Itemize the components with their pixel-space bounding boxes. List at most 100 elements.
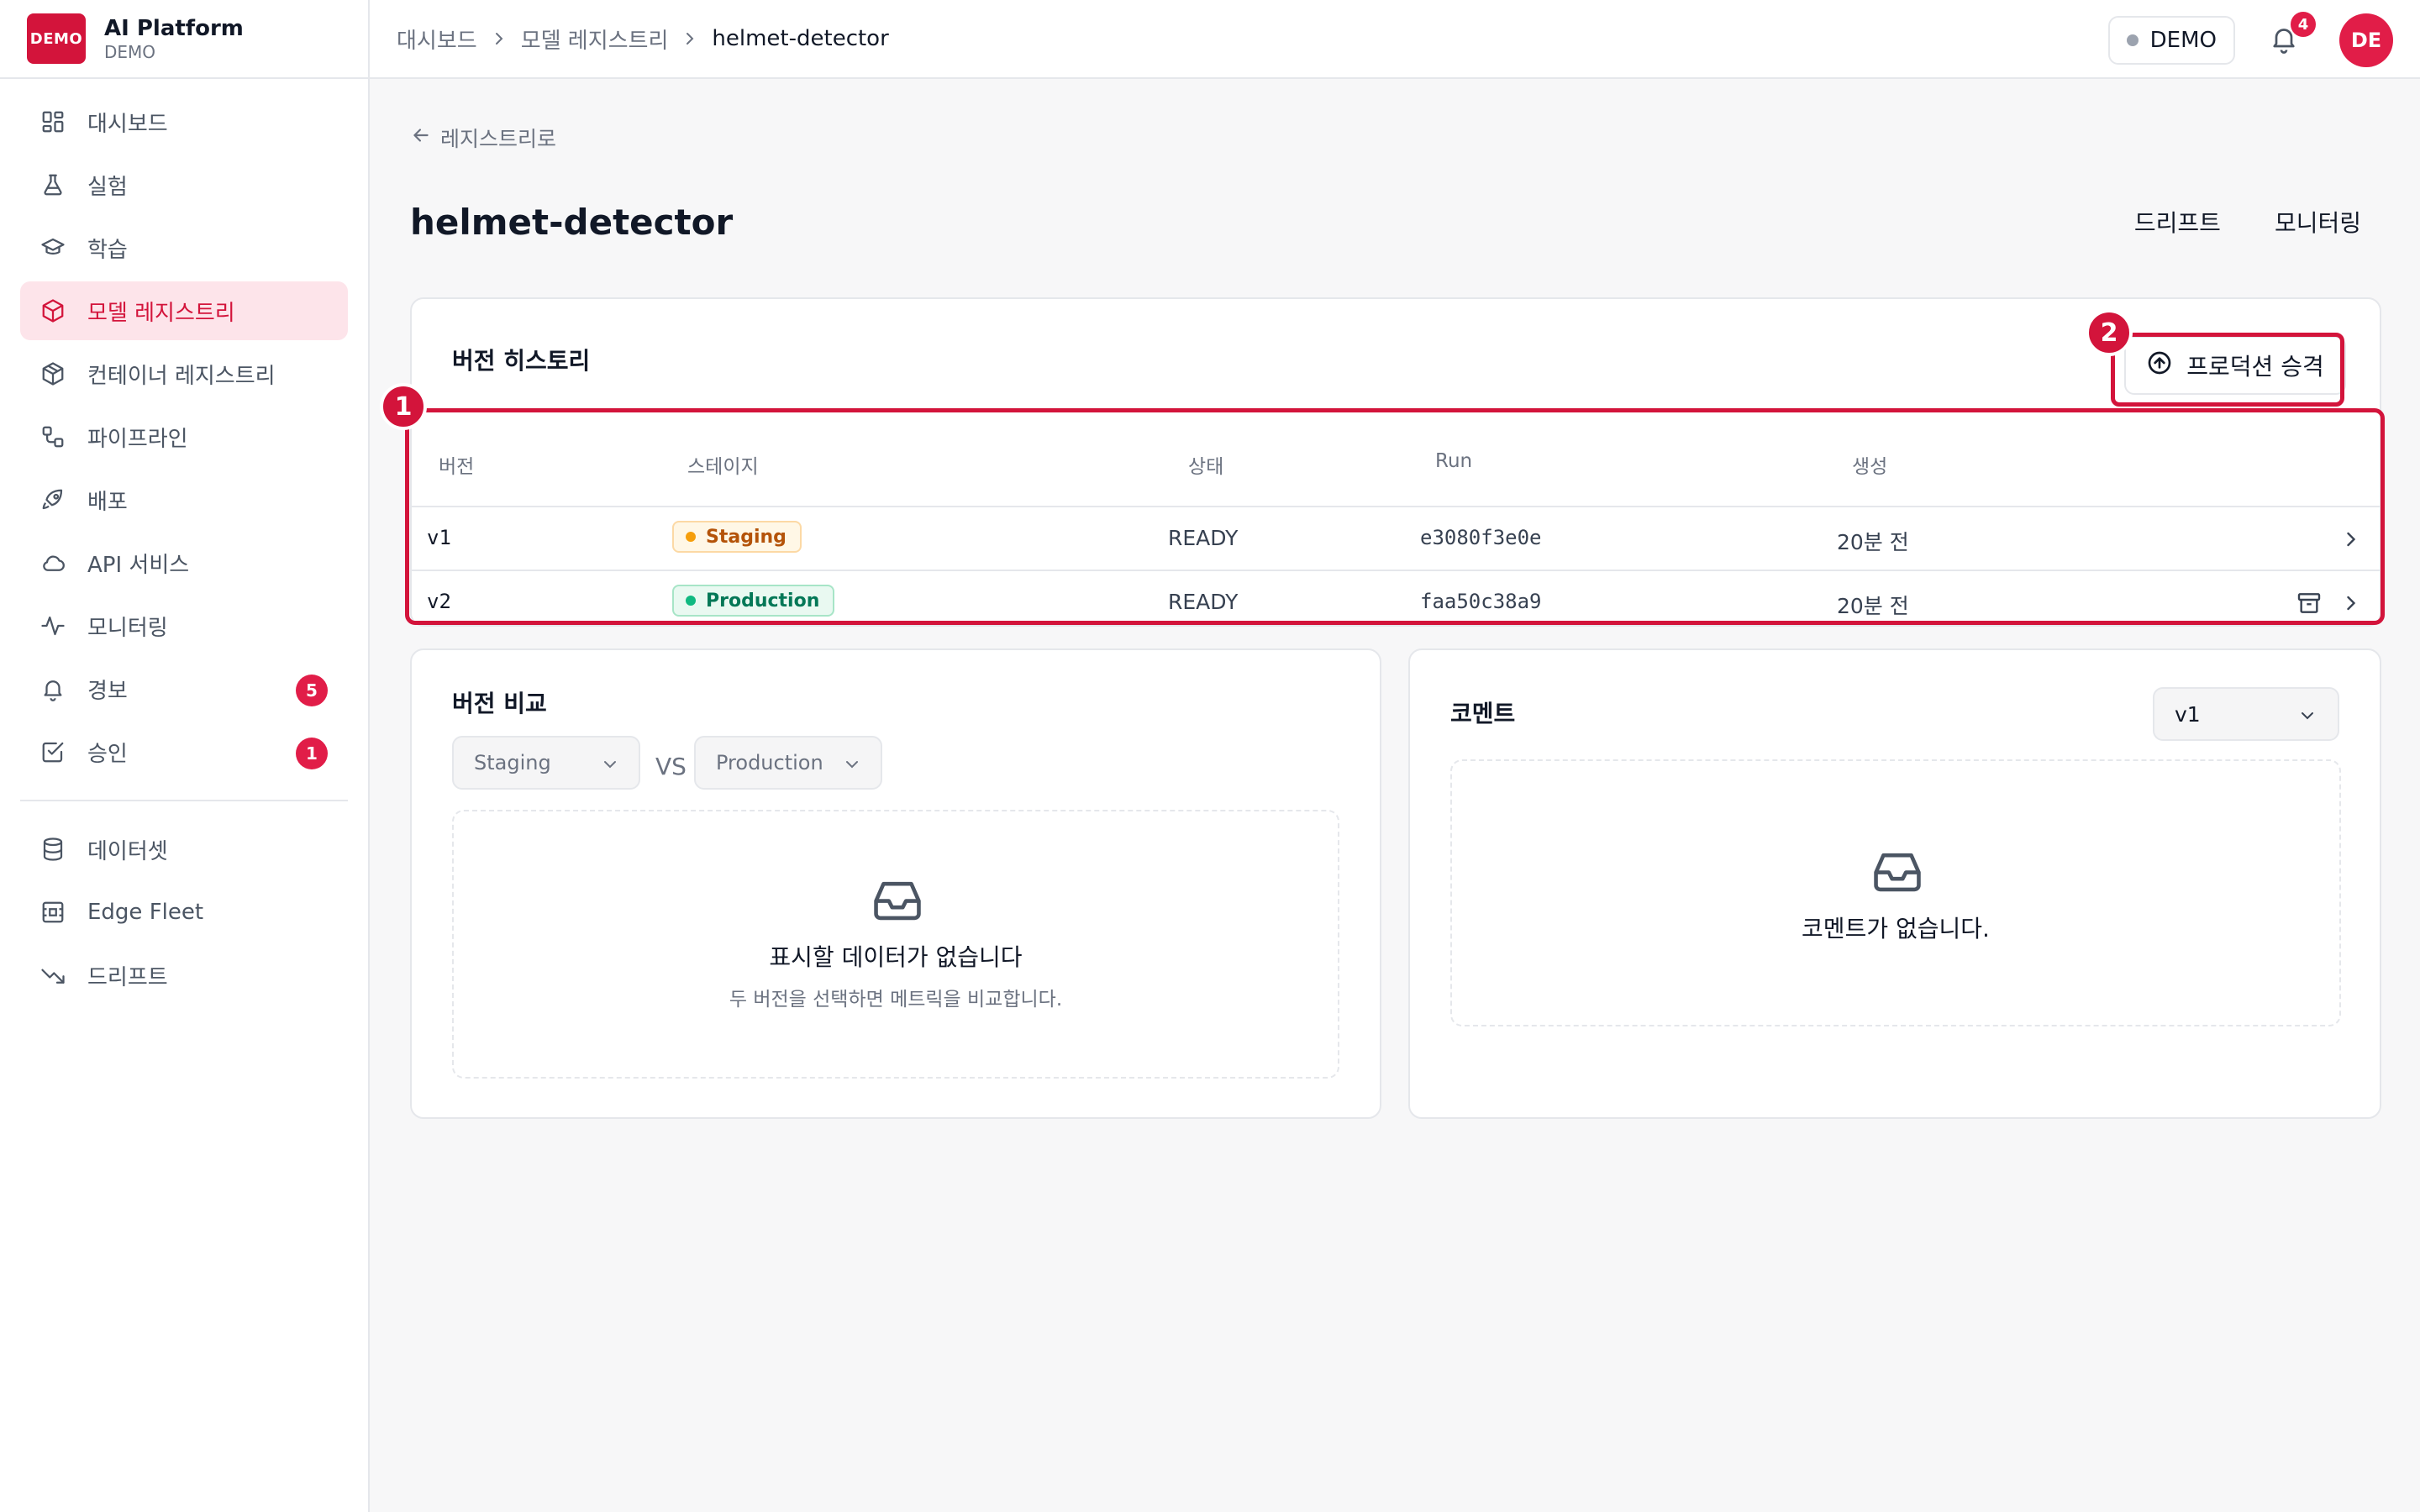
workflow-icon <box>40 424 66 449</box>
compare-left-select[interactable]: Staging <box>452 736 640 790</box>
stage-label: Staging <box>706 526 786 548</box>
version-cell: v2 <box>427 590 451 613</box>
alerts-count-badge: 5 <box>296 675 328 706</box>
chevron-right-icon[interactable] <box>2339 528 2363 551</box>
back-link-label: 레지스트리로 <box>440 127 557 151</box>
created-cell: 20분 전 <box>1837 594 1909 618</box>
package-icon <box>40 361 66 386</box>
column-header-status: 상태 <box>1188 456 1224 478</box>
sidebar-nav: 대시보드 실험 학습 모델 레지스트리 컨테이너 레지스트리 파이프라인 배포 … <box>0 79 368 1005</box>
breadcrumb-model-registry[interactable]: 모델 레지스트리 <box>521 24 669 55</box>
stage-dot <box>686 532 696 542</box>
sidebar-item-approvals[interactable]: 승인 1 <box>20 722 348 781</box>
sidebar-divider <box>20 800 348 801</box>
environment-switcher[interactable]: DEMO <box>2107 16 2235 65</box>
breadcrumb-dashboard[interactable]: 대시보드 <box>397 24 477 55</box>
main-content: 레지스트리로 helmet-detector 드리프트 모니터링 버전 히스토리… <box>370 79 2420 1512</box>
brand[interactable]: DEMO AI Platform DEMO <box>0 0 368 79</box>
select-value: v1 <box>2175 701 2201 727</box>
comments-card: 코멘트 v1 코멘트가 없습니다. <box>1408 648 2381 1119</box>
comments-title: 코멘트 <box>1450 700 1516 727</box>
inbox-icon <box>871 875 924 922</box>
chevron-right-icon <box>489 29 509 49</box>
cloud-icon <box>40 550 66 575</box>
promote-to-production-button[interactable]: 프로덕션 승격 <box>2124 336 2346 395</box>
column-header-stage: 스테이지 <box>687 456 759 478</box>
brand-logo: DEMO <box>27 13 86 64</box>
sidebar-item-deploy[interactable]: 배포 <box>20 470 348 529</box>
created-cell: 20분 전 <box>1837 530 1909 554</box>
archive-icon[interactable] <box>2296 590 2323 617</box>
page-title: helmet-detector <box>410 202 734 243</box>
run-id-cell[interactable]: e3080f3e0e <box>1420 526 1542 549</box>
sidebar-item-pipeline[interactable]: 파이프라인 <box>20 407 348 466</box>
sidebar-item-label: Edge Fleet <box>87 900 204 925</box>
inbox-icon <box>1870 847 1924 894</box>
version-history-card: 버전 히스토리 프로덕션 승격 버전 스테이지 상태 Run 생성 v1 Sta… <box>410 297 2381 627</box>
sidebar-item-label: API 서비스 <box>87 552 190 578</box>
sidebar-item-api-service[interactable]: API 서비스 <box>20 533 348 592</box>
sidebar-item-label: 경보 <box>87 678 128 704</box>
sidebar-item-label: 대시보드 <box>87 111 168 137</box>
promote-button-label: 프로덕션 승격 <box>2186 353 2324 381</box>
sidebar-item-alerts[interactable]: 경보 5 <box>20 659 348 718</box>
comment-version-select[interactable]: v1 <box>2153 687 2339 741</box>
chip-icon <box>40 900 66 925</box>
rocket-icon <box>40 487 66 512</box>
sidebar-item-monitoring[interactable]: 모니터링 <box>20 596 348 655</box>
sidebar-item-model-registry[interactable]: 모델 레지스트리 <box>20 281 348 340</box>
stage-label: Production <box>706 590 820 612</box>
sidebar-item-container-registry[interactable]: 컨테이너 레지스트리 <box>20 344 348 403</box>
sidebar-item-label: 실험 <box>87 174 128 200</box>
back-to-registry-link[interactable]: 레지스트리로 <box>410 123 556 153</box>
breadcrumb-current: helmet-detector <box>712 26 889 51</box>
chevron-right-icon <box>680 29 700 49</box>
sidebar-item-training[interactable]: 학습 <box>20 218 348 277</box>
status-cell: READY <box>1168 526 1239 550</box>
sidebar-item-label: 배포 <box>87 489 128 515</box>
run-id-cell[interactable]: faa50c38a9 <box>1420 590 1542 613</box>
sidebar-item-datasets[interactable]: 데이터셋 <box>20 820 348 879</box>
sidebar-item-label: 데이터셋 <box>87 838 168 864</box>
column-header-created: 생성 <box>1852 456 1888 478</box>
brand-title: AI Platform <box>104 16 244 41</box>
bell-icon <box>40 676 66 701</box>
compare-empty-state: 표시할 데이터가 없습니다 두 버전을 선택하면 메트릭을 비교합니다. <box>452 810 1339 1079</box>
approvals-count-badge: 1 <box>296 738 328 769</box>
sidebar-item-label: 학습 <box>87 237 128 263</box>
table-row[interactable]: v1 Staging READY e3080f3e0e 20분 전 <box>412 506 2380 570</box>
sidebar-item-label: 파이프라인 <box>87 426 188 452</box>
check-square-icon <box>40 739 66 764</box>
notifications-button[interactable]: 4 <box>2269 12 2316 57</box>
sidebar-item-drift[interactable]: 드리프트 <box>20 946 348 1005</box>
sidebar-item-edge-fleet[interactable]: Edge Fleet <box>20 883 348 942</box>
cube-icon <box>40 298 66 323</box>
empty-comments-text: 코멘트가 없습니다. <box>1802 915 1990 942</box>
sidebar: DEMO AI Platform DEMO 대시보드 실험 학습 모델 레지스트… <box>0 0 370 1512</box>
bell-icon <box>2269 29 2299 57</box>
column-header-run: Run <box>1435 450 1473 472</box>
stage-badge-production: Production <box>672 585 835 617</box>
version-cell: v1 <box>427 526 451 549</box>
select-value: Staging <box>474 751 551 774</box>
arrow-left-icon <box>410 124 440 151</box>
sidebar-item-label: 승인 <box>87 741 128 767</box>
empty-state-description: 두 버전을 선택하면 메트릭을 비교합니다. <box>729 989 1063 1011</box>
page-actions: 드리프트 모니터링 <box>2081 205 2361 239</box>
version-table: 버전 스테이지 상태 Run 생성 v1 Staging READY e3080… <box>412 423 2380 633</box>
compare-right-select[interactable]: Production <box>694 736 882 790</box>
sidebar-item-dashboard[interactable]: 대시보드 <box>20 92 348 151</box>
vs-label: VS <box>655 753 687 780</box>
chevron-right-icon[interactable] <box>2339 591 2363 615</box>
sidebar-item-experiments[interactable]: 실험 <box>20 155 348 214</box>
drift-button[interactable]: 드리프트 <box>2134 205 2221 239</box>
activity-icon <box>40 613 66 638</box>
table-row[interactable]: v2 Production READY faa50c38a9 20분 전 <box>412 570 2380 633</box>
monitoring-button[interactable]: 모니터링 <box>2275 205 2361 239</box>
dashboard-grid-icon <box>40 109 66 134</box>
sidebar-item-label: 모델 레지스트리 <box>87 300 235 326</box>
empty-state-title: 표시할 데이터가 없습니다 <box>769 943 1023 971</box>
env-status-dot <box>2126 34 2139 46</box>
user-avatar[interactable]: DE <box>2339 13 2393 67</box>
sidebar-item-label: 드리프트 <box>87 964 168 990</box>
